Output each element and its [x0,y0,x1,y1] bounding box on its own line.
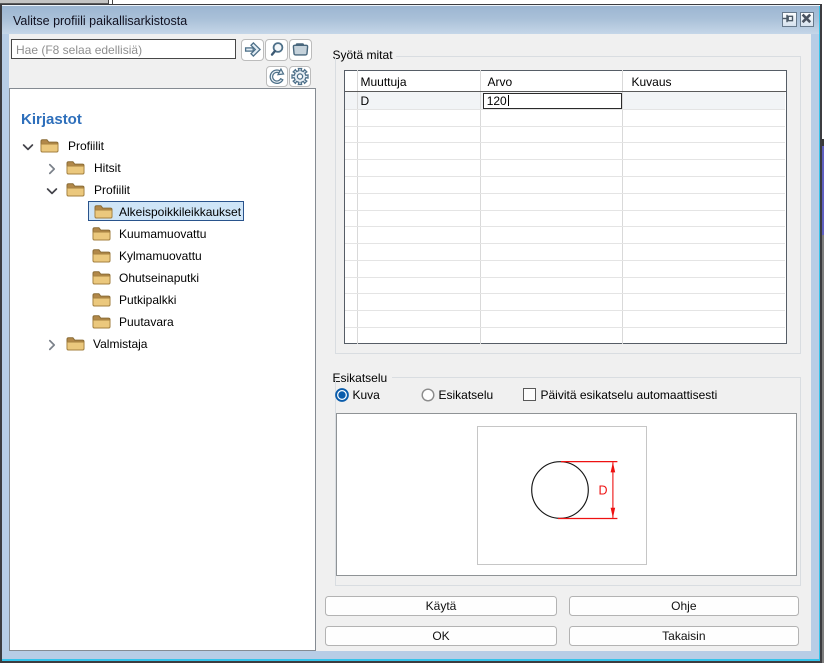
svg-text:D: D [598,483,607,497]
